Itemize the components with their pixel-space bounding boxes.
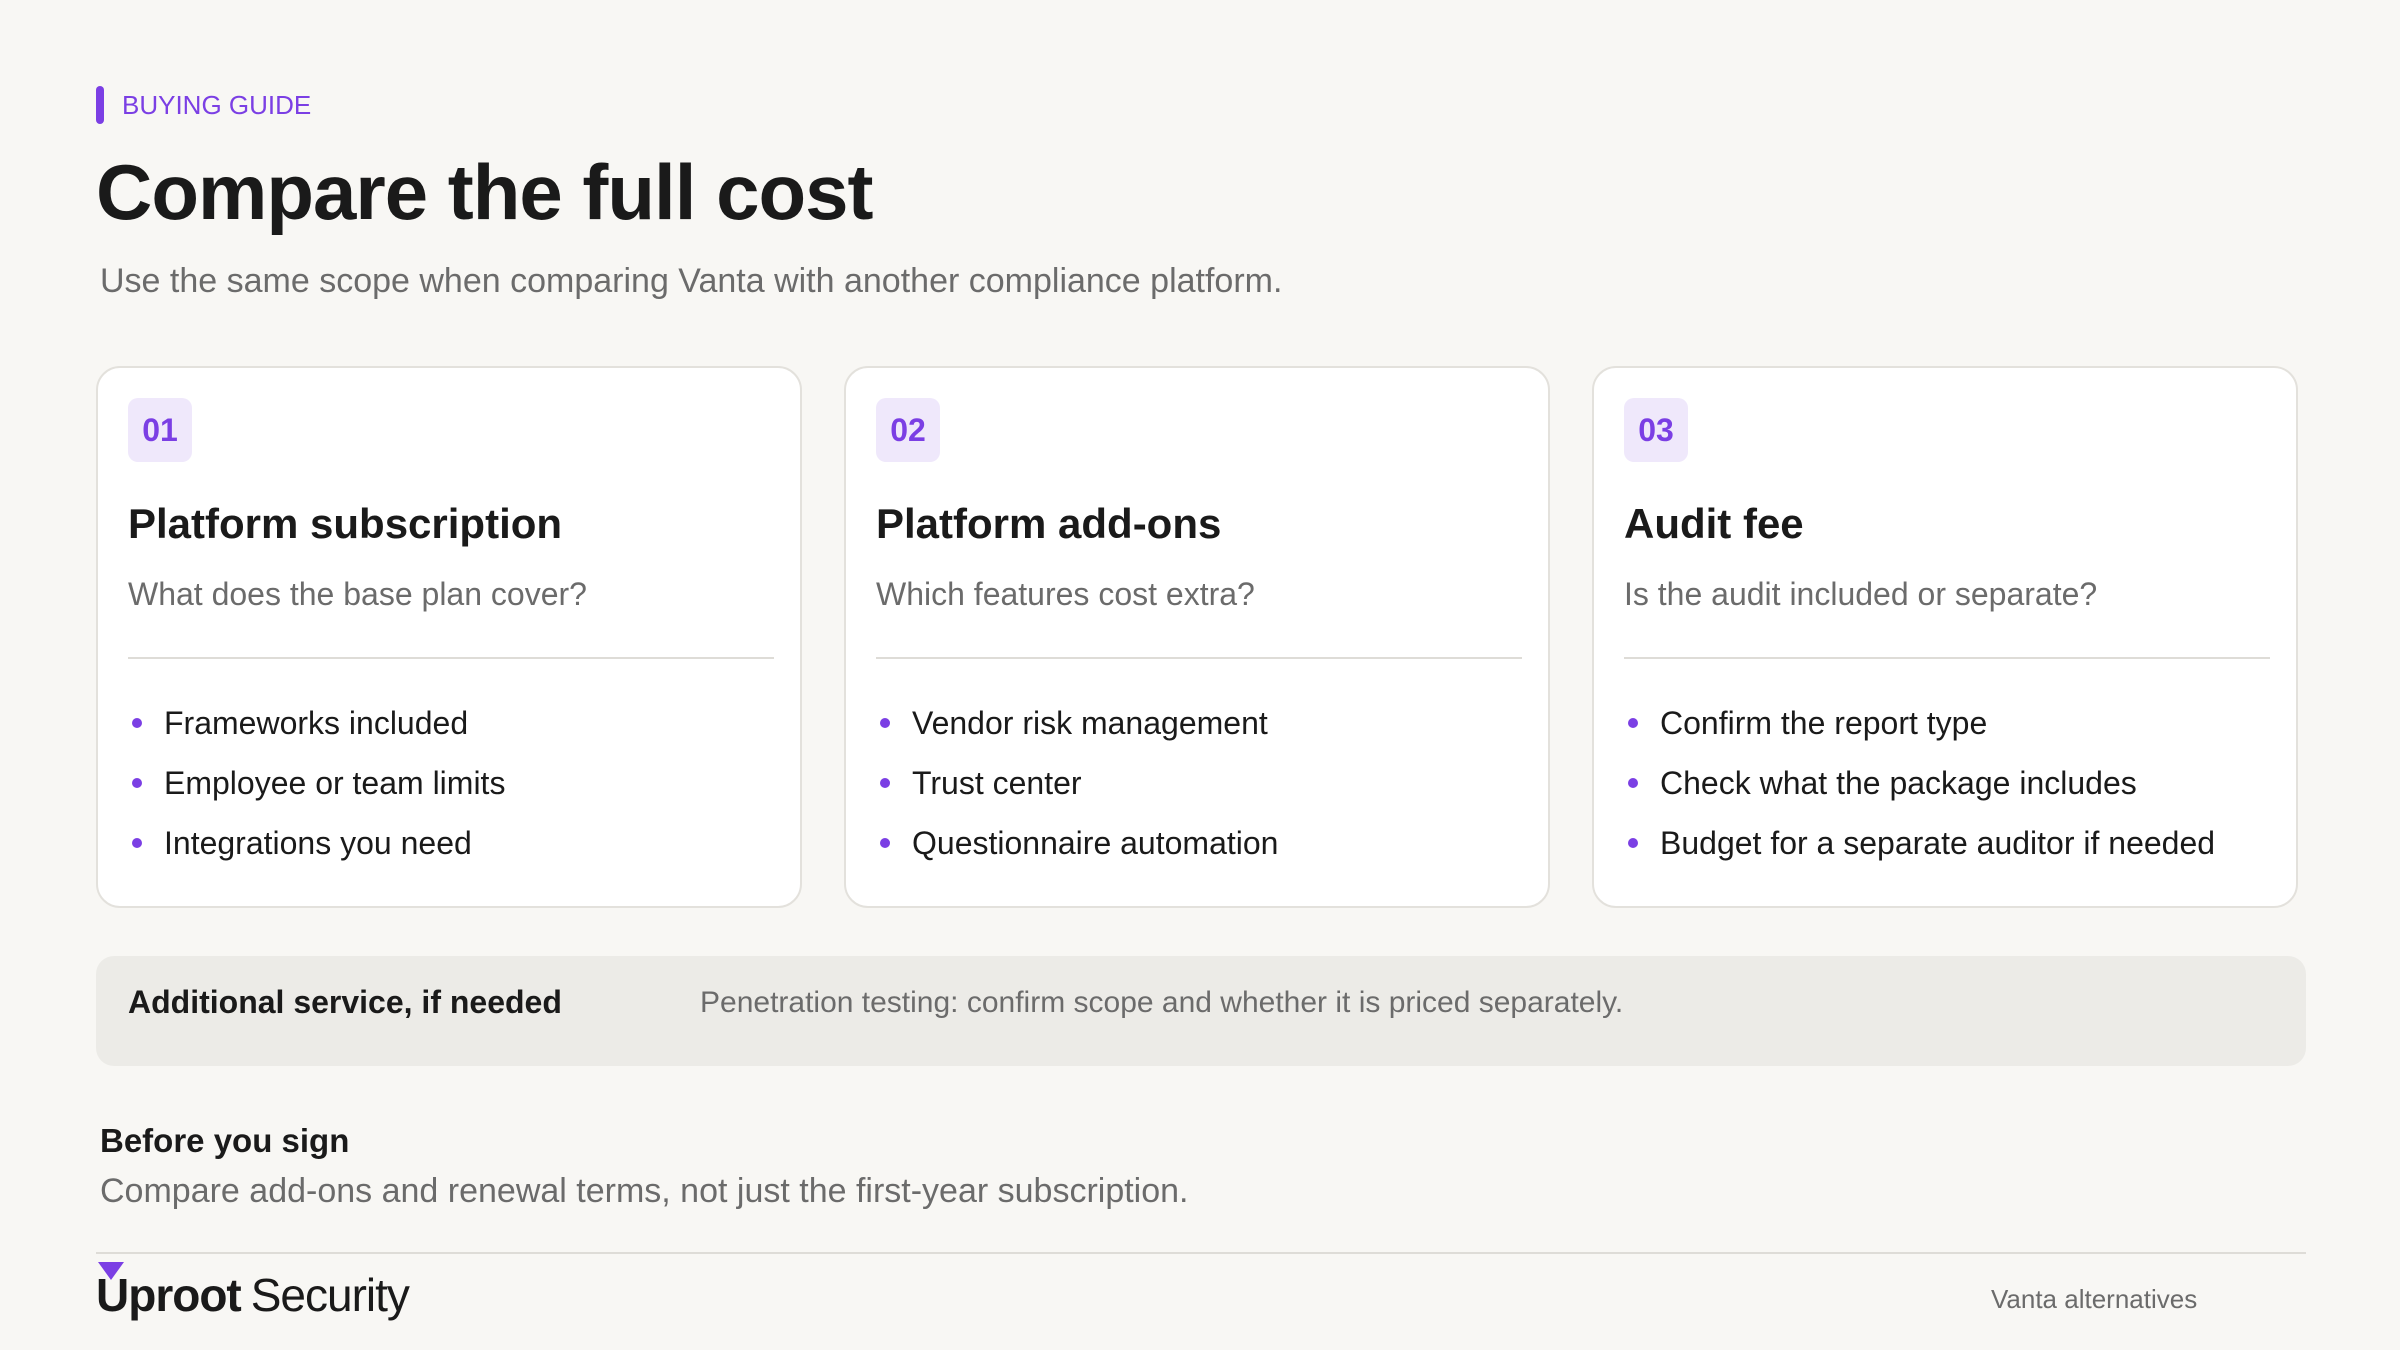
bullet-dot-icon: [1628, 718, 1638, 728]
card-title: Platform add-ons: [876, 500, 1222, 547]
additional-service-banner: Additional service, if needed Penetratio…: [96, 956, 2306, 1066]
card-divider: [128, 657, 774, 659]
footer-topic-label: Vanta alternatives: [1991, 1284, 2198, 1314]
card-question: What does the base plan cover?: [128, 576, 587, 612]
card-question: Which features cost extra?: [876, 576, 1255, 612]
bullet-dot-icon: [132, 718, 142, 728]
card-number-badge: 02: [876, 398, 940, 462]
cost-cards: 01 Platform subscription What does the b…: [96, 366, 2298, 908]
cost-card: 03 Audit fee Is the audit included or se…: [1592, 366, 2298, 908]
list-item-label: Check what the package includes: [1660, 764, 2137, 801]
brand-logo: Uproot Security: [96, 1262, 410, 1322]
list-item-label: Employee or team limits: [164, 764, 506, 801]
buying-guide-slide: BUYING GUIDE Compare the full cost Use t…: [96, 0, 2306, 1350]
additional-service-label: Additional service, if needed: [128, 984, 562, 1020]
list-item-label: Trust center: [912, 764, 1082, 801]
bullet-dot-icon: [880, 838, 890, 848]
before-you-sign-title: Before you sign: [100, 1122, 350, 1159]
card-title: Audit fee: [1624, 500, 1804, 547]
list-item: Frameworks included: [128, 693, 770, 753]
bullet-dot-icon: [880, 778, 890, 788]
card-question: Is the audit included or separate?: [1624, 576, 2098, 612]
list-item: Integrations you need: [128, 813, 770, 873]
card-checklist: Confirm the report type Check what the p…: [1624, 693, 2266, 873]
list-item: Confirm the report type: [1624, 693, 2266, 753]
card-checklist: Frameworks included Employee or team lim…: [128, 693, 770, 873]
list-item: Trust center: [876, 753, 1518, 813]
logo-mark-icon: [98, 1262, 124, 1280]
card-divider: [876, 657, 1522, 659]
list-item-label: Integrations you need: [164, 824, 472, 861]
cost-card: 02 Platform add-ons Which features cost …: [844, 366, 1550, 908]
page-subtitle: Use the same scope when comparing Vanta …: [100, 262, 1283, 300]
before-you-sign-text: Compare add-ons and renewal terms, not j…: [100, 1172, 1189, 1210]
list-item-label: Vendor risk management: [912, 704, 1268, 741]
card-title: Platform subscription: [128, 500, 563, 547]
bullet-dot-icon: [1628, 838, 1638, 848]
list-item: Employee or team limits: [128, 753, 770, 813]
bullet-dot-icon: [1628, 778, 1638, 788]
list-item: Questionnaire automation: [876, 813, 1518, 873]
list-item: Vendor risk management: [876, 693, 1518, 753]
cost-card: 01 Platform subscription What does the b…: [96, 366, 802, 908]
list-item-label: Confirm the report type: [1660, 704, 1988, 741]
logo-wordmark: Uproot: [96, 1262, 242, 1322]
bullet-dot-icon: [132, 838, 142, 848]
bullet-dot-icon: [880, 718, 890, 728]
list-item-label: Questionnaire automation: [912, 824, 1279, 861]
page-title: Compare the full cost: [96, 148, 873, 236]
list-item-label: Frameworks included: [164, 704, 469, 741]
card-number-badge: 01: [128, 398, 192, 462]
card-number-badge: 03: [1624, 398, 1688, 462]
brand-name-light: Security: [250, 1269, 410, 1321]
bullet-dot-icon: [132, 778, 142, 788]
additional-service-text: Penetration testing: confirm scope and w…: [700, 986, 1624, 1019]
list-item-label: Budget for a separate auditor if needed: [1660, 824, 2216, 861]
footer-divider: [96, 1252, 2306, 1254]
eyebrow: BUYING GUIDE: [96, 86, 311, 124]
eyebrow-accent-bar: [96, 86, 104, 124]
list-item: Budget for a separate auditor if needed: [1624, 813, 2266, 873]
card-checklist: Vendor risk management Trust center Ques…: [876, 693, 1518, 873]
card-divider: [1624, 657, 2270, 659]
list-item: Check what the package includes: [1624, 753, 2266, 813]
eyebrow-label: BUYING GUIDE: [122, 89, 312, 120]
